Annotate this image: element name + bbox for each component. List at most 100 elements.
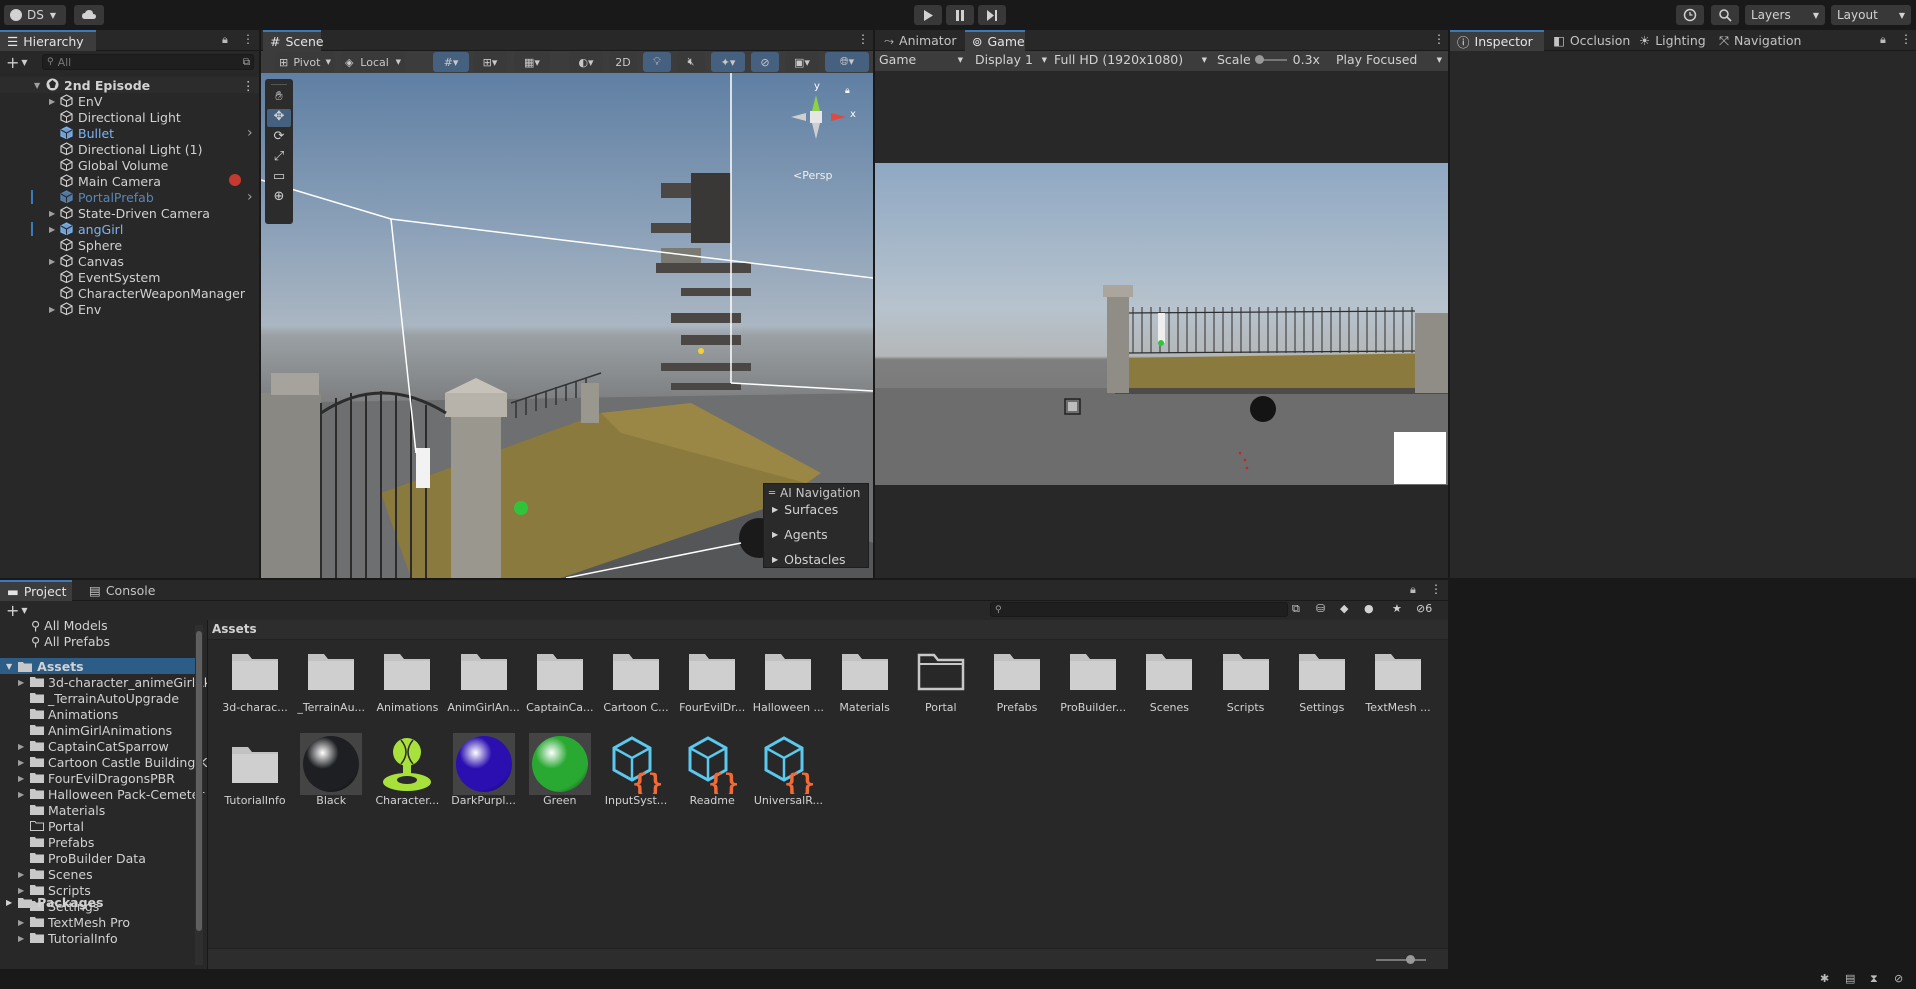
search-by-label-icon[interactable]: ⛁ [1316, 602, 1325, 615]
tree-item-assets[interactable]: ▼ Assets [0, 658, 195, 674]
asset-folder[interactable]: Halloween ... [751, 641, 825, 717]
project-search[interactable]: ⚲ [990, 602, 1288, 617]
rect-tool-icon[interactable]: ▭ [267, 169, 291, 187]
tab-inspector[interactable]: ⓘ Inspector [1450, 30, 1544, 51]
hierarchy-item[interactable]: CharacterWeaponManager [0, 285, 259, 301]
hierarchy-item[interactable]: ▶ State-Driven Camera [0, 205, 259, 221]
collab-icon[interactable]: ⊘ [1894, 972, 1903, 985]
cache-server-icon[interactable]: ▤ [1845, 972, 1855, 985]
asset-folder[interactable]: ProBuilder... [1056, 641, 1130, 717]
expand-arrow-icon[interactable]: ▶ [49, 305, 55, 314]
hidden-packages-toggle[interactable]: ⊘ 6 [1416, 602, 1432, 615]
resolution-dropdown[interactable]: Full HD (1920x1080) ▼ [1054, 51, 1207, 68]
rotate-tool-icon[interactable]: ⟳ [267, 129, 291, 147]
palette-handle[interactable] [271, 79, 287, 85]
transform-tool-icon[interactable]: ⊕ [267, 189, 291, 207]
layers-dropdown[interactable]: Layers ▼ [1745, 5, 1825, 25]
tab-game[interactable]: ⊚ Game [965, 30, 1025, 51]
more-options-icon[interactable]: ⋮ [242, 32, 254, 46]
asset-material[interactable]: Green [523, 733, 597, 810]
asset-folder[interactable]: Scripts [1209, 641, 1283, 717]
tab-hierarchy[interactable]: ☰ Hierarchy [0, 30, 96, 51]
asset-folder[interactable]: Scenes [1132, 641, 1206, 717]
lock-icon[interactable]: 🔒︎ [222, 33, 228, 47]
asset-folder[interactable]: Prefabs [980, 641, 1054, 717]
scale-tool-icon[interactable]: ⤢ [267, 149, 291, 167]
tree-item-packages[interactable]: ▶ Packages [0, 894, 103, 910]
expand-arrow-icon[interactable]: ▶ [18, 678, 24, 687]
cloud-button[interactable] [74, 5, 104, 25]
asset-folder[interactable]: Animations [370, 641, 444, 717]
tree-item-all-prefabs[interactable]: ⚲ All Prefabs [0, 633, 110, 649]
scene-visibility-toggle[interactable]: ⊘ [751, 52, 779, 72]
hierarchy-item[interactable]: Directional Light [0, 109, 259, 125]
asset-material[interactable]: Black [294, 733, 368, 810]
persp-toggle[interactable]: < Persp [793, 169, 832, 182]
layout-dropdown[interactable]: Layout ▼ [1831, 5, 1911, 25]
asset-folder[interactable]: 3d-charac... [218, 641, 292, 717]
tree-item-all-models[interactable]: ⚲ All Models [0, 620, 108, 633]
expand-arrow-icon[interactable]: ▶ [18, 870, 24, 879]
search-by-type-icon[interactable]: ⧉ [1292, 602, 1300, 616]
tag-icon[interactable]: ◆ [1340, 602, 1348, 615]
camera-dropdown[interactable]: ▣▾ [785, 52, 819, 72]
display-dropdown[interactable]: Display 1 ▼ [975, 51, 1047, 68]
effects-dropdown[interactable]: ✦▾ [711, 52, 745, 72]
hierarchy-item[interactable]: ▶ EnV [0, 93, 259, 109]
expand-arrow-icon[interactable]: ▼ [34, 81, 40, 90]
game-mode-dropdown[interactable]: Game ▼ [879, 51, 967, 68]
asset-folder[interactable]: Materials [828, 641, 902, 717]
scale-slider[interactable] [1254, 54, 1287, 64]
asset-folder[interactable]: Settings [1285, 641, 1359, 717]
pivot-dropdown[interactable]: ⊞ Pivot ▼ [275, 52, 335, 72]
asset-material[interactable]: DarkPurpl... [447, 733, 521, 810]
tab-navigation[interactable]: ⤧ Navigation [1712, 30, 1806, 51]
ai-nav-obstacles[interactable]: ▶ Obstacles [772, 552, 846, 567]
scene-root-row[interactable]: ▼ 2nd Episode ⋮ [0, 77, 259, 93]
search-button[interactable] [1711, 5, 1739, 25]
progress-icon[interactable]: ⧗ [1870, 972, 1878, 986]
lock-icon[interactable]: 🔒︎ [845, 86, 850, 96]
more-options-icon[interactable]: ⋮ [1430, 582, 1442, 596]
account-dropdown[interactable]: DS ▼ [4, 5, 66, 25]
hierarchy-search-input[interactable] [57, 55, 228, 69]
hierarchy-item[interactable]: EventSystem [0, 269, 259, 285]
asset-folder[interactable]: FourEvilDr... [675, 641, 749, 717]
open-prefab-chevron-icon[interactable]: › [247, 125, 253, 141]
play-button[interactable] [914, 5, 942, 25]
hierarchy-item[interactable]: PortalPrefab › [0, 189, 259, 205]
more-options-icon[interactable]: ⋮ [1900, 32, 1912, 46]
asset-folder[interactable]: Cartoon C... [599, 641, 673, 717]
create-asset-button[interactable]: + ▼ [6, 601, 28, 620]
asset-folder[interactable]: AnimGirlAn... [447, 641, 521, 717]
asset-folder[interactable]: CaptainCa... [523, 641, 597, 717]
expand-arrow-icon[interactable]: ▶ [49, 209, 55, 218]
debug-icon[interactable]: ✱ [1820, 972, 1829, 985]
hand-tool-icon[interactable]: ✋︎ [267, 89, 291, 107]
asset-script[interactable]: {} Readme [675, 734, 749, 810]
ai-nav-surfaces[interactable]: ▶ Surfaces [772, 502, 838, 517]
lighting-toggle[interactable]: 💡︎ [643, 52, 671, 72]
more-options-icon[interactable]: ⋮ [1433, 32, 1445, 46]
hierarchy-item[interactable]: Main Camera [0, 173, 259, 189]
tab-animator[interactable]: ⤳ Animator [877, 30, 963, 51]
pause-button[interactable] [946, 5, 974, 25]
orientation-gizmo[interactable]: y x 🔒︎ [791, 81, 861, 143]
warning-filter-icon[interactable]: ● [1364, 602, 1374, 615]
more-options-icon[interactable]: ⋮ [242, 78, 255, 93]
expand-arrow-icon[interactable]: ▶ [49, 257, 55, 266]
open-prefab-chevron-icon[interactable]: › [247, 189, 253, 205]
more-options-icon[interactable]: ⋮ [857, 32, 869, 46]
hierarchy-item[interactable]: Sphere [0, 237, 259, 253]
breadcrumb-assets[interactable]: Assets [212, 622, 257, 636]
expand-arrow-icon[interactable]: ▶ [18, 774, 24, 783]
local-dropdown[interactable]: ◈ Local ▼ [341, 52, 405, 72]
asset-script[interactable]: {} UniversalR... [751, 734, 825, 810]
filter-icon[interactable]: ⧉ [243, 57, 250, 68]
scene-viewport[interactable]: ✋︎ ✥ ⟳ ⤢ ▭ ⊕ y x 🔒︎ < Persp ═ AI Navigati… [261, 73, 873, 578]
hierarchy-item[interactable]: Global Volume [0, 157, 259, 173]
increment-snap-button[interactable]: ⊞▾ [473, 52, 507, 72]
expand-arrow-icon[interactable]: ▶ [49, 225, 55, 234]
tab-scene[interactable]: # Scene [263, 30, 324, 51]
step-button[interactable] [978, 5, 1006, 25]
